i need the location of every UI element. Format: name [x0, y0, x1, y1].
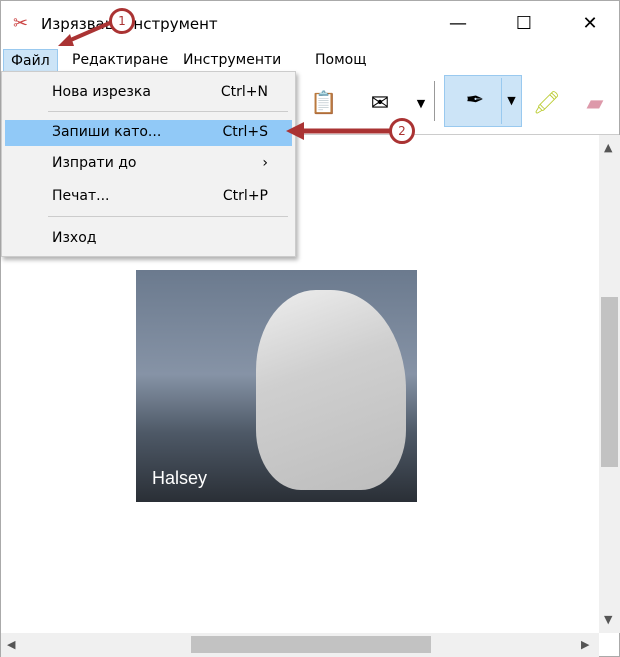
step-badge-2: 2	[389, 118, 415, 144]
arrowhead-1	[58, 34, 74, 46]
annotation-arrow-1	[65, 20, 113, 44]
annotation-arrows	[58, 20, 390, 140]
step-badge-1: 1	[109, 8, 135, 34]
arrowhead-2	[286, 122, 304, 140]
